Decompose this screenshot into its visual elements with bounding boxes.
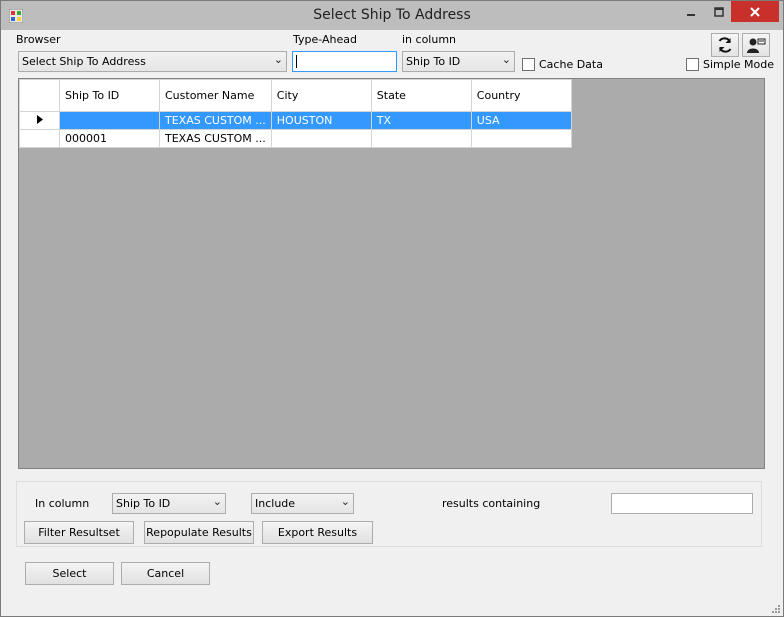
filter-column-value: Ship To ID xyxy=(116,497,171,510)
browser-select[interactable]: Select Ship To Address ⌄ xyxy=(18,51,287,72)
filter-mode-value: Include xyxy=(255,497,296,510)
cell-city[interactable]: HOUSTON xyxy=(270,111,372,130)
column-header[interactable]: City xyxy=(270,79,372,112)
window-title: Select Ship To Address xyxy=(313,7,471,23)
column-header[interactable]: Customer Name xyxy=(159,79,272,112)
close-icon xyxy=(750,6,760,17)
cell-city[interactable] xyxy=(270,129,372,148)
refresh-button[interactable] xyxy=(711,33,739,57)
cell-customer-name[interactable]: TEXAS CUSTOM ... xyxy=(159,129,272,148)
minimize-icon xyxy=(687,13,695,16)
results-table: Ship To ID Customer Name City State Coun… xyxy=(19,79,572,148)
export-results-button[interactable]: Export Results xyxy=(262,521,373,544)
filter-panel: In column Ship To ID ⌄ Include ⌄ results… xyxy=(16,481,762,547)
chevron-down-icon: ⌄ xyxy=(501,53,511,66)
user-settings-icon xyxy=(747,38,766,53)
results-grid[interactable]: Ship To ID Customer Name City State Coun… xyxy=(18,78,765,469)
minimize-button[interactable] xyxy=(677,1,705,22)
in-column-select[interactable]: Ship To ID ⌄ xyxy=(402,51,515,72)
chevron-down-icon: ⌄ xyxy=(212,495,222,508)
close-button[interactable] xyxy=(731,1,779,22)
select-button[interactable]: Select xyxy=(25,562,114,585)
client-area: Browser Select Ship To Address ⌄ Type-Ah… xyxy=(1,30,783,616)
dialog-window: Select Ship To Address Browser Select Sh… xyxy=(0,0,784,617)
results-containing-label: results containing xyxy=(442,497,541,510)
checkbox-box[interactable] xyxy=(686,58,699,71)
checkbox-box[interactable] xyxy=(522,58,535,71)
filter-resultset-button[interactable]: Filter Resultset xyxy=(24,521,134,544)
user-settings-button[interactable] xyxy=(742,33,770,57)
in-column-select-value: Ship To ID xyxy=(406,55,461,68)
cell-ship-to-id[interactable] xyxy=(59,111,160,130)
column-header[interactable]: State xyxy=(370,79,472,112)
column-header[interactable]: Ship To ID xyxy=(59,79,160,112)
filter-column-select[interactable]: Ship To ID ⌄ xyxy=(112,493,226,514)
cell-customer-name-text: TEXAS CUSTOM ... xyxy=(165,114,266,127)
chevron-down-icon: ⌄ xyxy=(340,495,350,508)
cell-state[interactable]: TX xyxy=(370,111,472,130)
browser-label: Browser xyxy=(16,33,61,46)
row-header-corner[interactable] xyxy=(19,79,60,112)
cell-ship-to-id[interactable]: 000001 xyxy=(59,129,160,148)
chevron-down-icon: ⌄ xyxy=(273,53,283,66)
refresh-icon xyxy=(718,37,732,53)
filter-in-column-label: In column xyxy=(35,497,90,510)
cell-customer-name[interactable]: TEXAS CUSTOM ... xyxy=(159,111,272,130)
column-header[interactable]: Country xyxy=(470,79,572,112)
cache-data-label: Cache Data xyxy=(539,58,603,71)
text-caret xyxy=(296,55,297,68)
typeahead-input[interactable] xyxy=(292,51,397,72)
typeahead-label: Type-Ahead xyxy=(293,33,357,46)
repopulate-results-button[interactable]: Repopulate Results xyxy=(144,521,254,544)
simple-mode-label: Simple Mode xyxy=(703,58,775,71)
cell-customer-name-text: TEXAS CUSTOM ... xyxy=(165,132,266,145)
cell-country[interactable] xyxy=(470,129,572,148)
simple-mode-checkbox[interactable]: Simple Mode xyxy=(686,58,774,71)
table-row[interactable]: 000001 TEXAS CUSTOM ... xyxy=(19,129,572,148)
cell-state[interactable] xyxy=(370,129,472,148)
cancel-button[interactable]: Cancel xyxy=(121,562,210,585)
browser-select-value: Select Ship To Address xyxy=(22,55,146,68)
in-column-label: in column xyxy=(402,33,457,46)
table-row[interactable]: TEXAS CUSTOM ... HOUSTON TX USA xyxy=(19,111,572,130)
filter-search-input[interactable] xyxy=(611,493,753,514)
table-header-row: Ship To ID Customer Name City State Coun… xyxy=(19,79,572,112)
row-header[interactable] xyxy=(19,129,60,148)
row-header[interactable] xyxy=(19,111,60,130)
title-bar[interactable]: Select Ship To Address xyxy=(1,1,783,30)
maximize-icon xyxy=(714,6,724,17)
cell-country[interactable]: USA xyxy=(470,111,572,130)
resize-grip-icon[interactable] xyxy=(770,603,780,613)
current-row-arrow-icon xyxy=(36,115,43,124)
maximize-button[interactable] xyxy=(705,1,733,22)
filter-mode-select[interactable]: Include ⌄ xyxy=(251,493,354,514)
cache-data-checkbox[interactable]: Cache Data xyxy=(522,58,603,71)
